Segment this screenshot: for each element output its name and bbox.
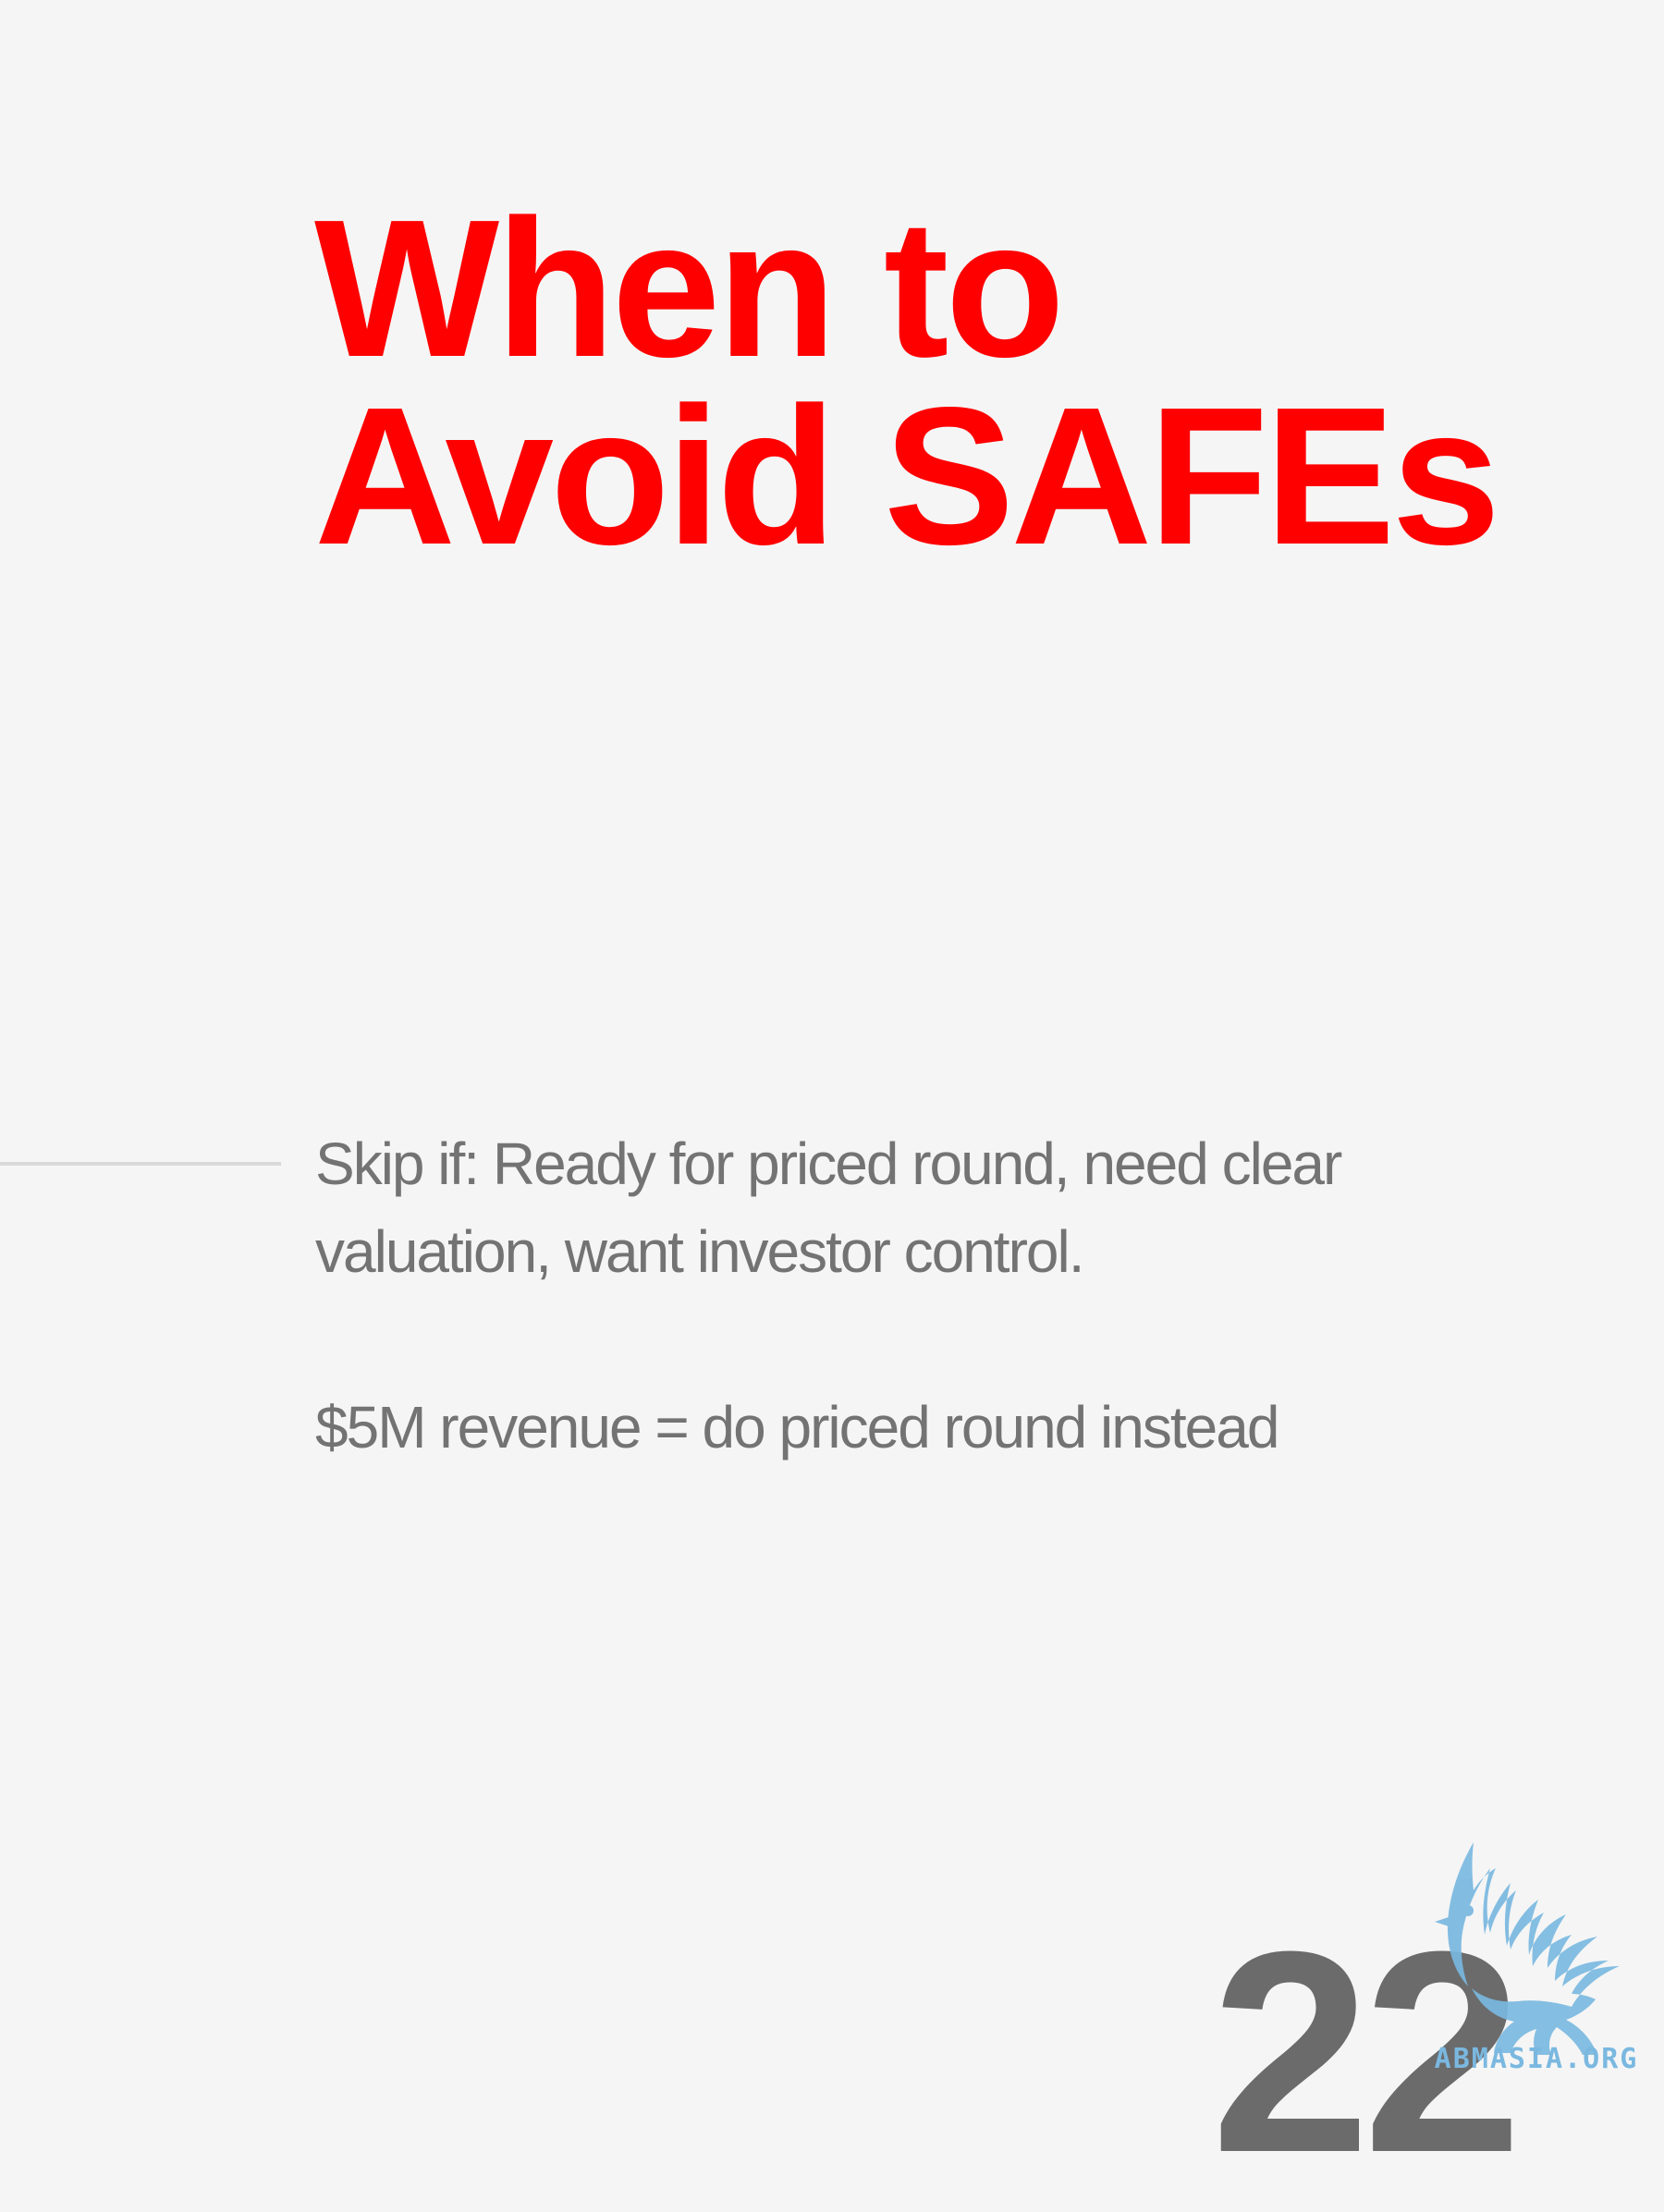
slide-title-line-1: When to bbox=[314, 178, 1065, 397]
divider-line bbox=[0, 1162, 281, 1166]
logo-text: ABMASIA.ORG bbox=[1435, 2043, 1639, 2075]
body-text: Skip if: Ready for priced round, need cl… bbox=[315, 1120, 1536, 1472]
abmasia-logo: ABMASIA.ORG bbox=[1414, 1826, 1659, 2075]
body-text-line-3: $5M revenue = do priced round instead bbox=[315, 1394, 1279, 1460]
body-text-line-1: Skip if: Ready for priced round, need cl… bbox=[315, 1130, 1342, 1197]
slide-title-line-2: Avoid SAFEs bbox=[314, 366, 1500, 585]
body-text-line-2: valuation, want investor control. bbox=[315, 1218, 1084, 1285]
griffin-logo-icon: ABMASIA.ORG bbox=[1435, 1842, 1639, 2075]
slide-title: When to Avoid SAFEs bbox=[314, 178, 1562, 585]
